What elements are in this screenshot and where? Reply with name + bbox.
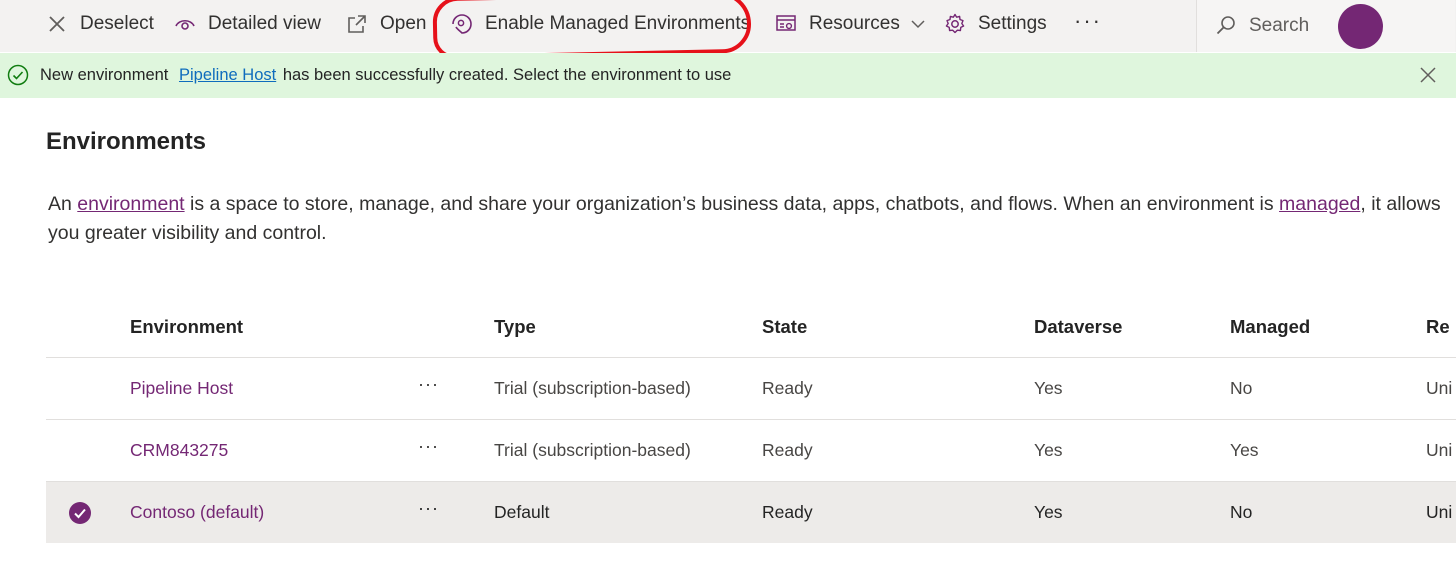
state-cell: Ready (762, 440, 813, 460)
column-header-dataverse[interactable]: Dataverse (1034, 296, 1224, 357)
more-commands-button[interactable]: ··· (1074, 8, 1102, 34)
environment-name-link[interactable]: CRM843275 (130, 440, 228, 460)
resources-icon (776, 15, 796, 31)
column-header-region[interactable]: Re (1426, 296, 1456, 357)
enable-managed-environments-button[interactable]: Enable Managed Environments (451, 10, 750, 38)
page-title: Environments (46, 128, 207, 155)
open-external-icon (348, 15, 366, 33)
search-input[interactable] (1247, 12, 1351, 40)
notification-text-before: New environment (40, 66, 169, 84)
environment-cell: CRM843275 (130, 420, 410, 481)
table-row[interactable]: CRM843275 ··· Trial (subscription-based)… (46, 420, 1456, 482)
success-notification: New environment Pipeline Host has been s… (0, 53, 1456, 98)
detailed-view-button[interactable]: Detailed view (174, 10, 321, 38)
environment-cell: Pipeline Host (130, 358, 410, 419)
region-cell: Uni (1426, 440, 1453, 460)
column-header-state[interactable]: State (762, 296, 1022, 357)
type-cell: Trial (subscription-based) (494, 440, 691, 460)
search-box[interactable] (1196, 0, 1455, 52)
dataverse-cell: Yes (1034, 502, 1063, 522)
managed-cell: No (1230, 378, 1253, 398)
row-more-button[interactable]: ··· (418, 482, 448, 543)
row-more-button[interactable]: ··· (418, 420, 448, 481)
command-bar: Deselect Detailed view Open Enable Manag… (0, 0, 1456, 52)
search-icon (1216, 16, 1235, 35)
column-header-type[interactable]: Type (494, 296, 754, 357)
notification-message: New environment Pipeline Host has been s… (40, 66, 731, 85)
row-more-button[interactable]: ··· (418, 358, 448, 419)
chevron-down-icon (911, 20, 925, 29)
column-header-managed[interactable]: Managed (1230, 296, 1420, 357)
notification-environment-link[interactable]: Pipeline Host (179, 66, 276, 84)
table-row-selected[interactable]: Contoso (default) ··· Default Ready Yes … (46, 482, 1456, 543)
column-header-environment[interactable]: Environment (130, 296, 410, 357)
checkmark-circle-icon (7, 64, 29, 86)
settings-label: Settings (978, 13, 1047, 34)
gear-icon (945, 13, 965, 34)
settings-button[interactable]: Settings (944, 10, 1047, 38)
managed-cell: Yes (1230, 440, 1259, 460)
environment-cell: Contoso (default) (130, 482, 410, 543)
type-cell: Trial (subscription-based) (494, 378, 691, 398)
table-row[interactable]: Pipeline Host ··· Trial (subscription-ba… (46, 358, 1456, 420)
dataverse-cell: Yes (1034, 440, 1063, 460)
region-cell: Uni (1426, 502, 1453, 522)
managed-link[interactable]: managed (1279, 193, 1360, 215)
dataverse-cell: Yes (1034, 378, 1063, 398)
desc-text-1: An (48, 193, 72, 215)
state-cell: Ready (762, 378, 813, 398)
selected-checkmark-icon[interactable] (68, 501, 92, 525)
close-icon[interactable] (1418, 65, 1438, 85)
resources-button[interactable]: Resources (775, 10, 926, 38)
managed-cell: No (1230, 502, 1253, 522)
environment-link[interactable]: environment (77, 193, 184, 215)
enable-managed-environments-label: Enable Managed Environments (485, 13, 751, 34)
deselect-label: Deselect (80, 13, 154, 34)
close-icon (49, 16, 65, 32)
type-cell: Default (494, 502, 550, 522)
resources-label: Resources (809, 13, 900, 34)
deselect-button[interactable]: Deselect (46, 10, 154, 38)
open-label: Open (380, 13, 427, 34)
page-description: An environment is a space to store, mana… (48, 190, 1448, 248)
table-header-row: Environment Type State Dataverse Managed… (46, 296, 1456, 358)
desc-text-2: is a space to store, manage, and share y… (190, 193, 1274, 215)
environment-name-link[interactable]: Pipeline Host (130, 378, 233, 398)
open-button[interactable]: Open (346, 10, 426, 38)
managed-environment-icon (452, 14, 472, 34)
avatar[interactable] (1338, 4, 1383, 49)
notification-text-after: has been successfully created. Select th… (282, 66, 732, 84)
state-cell: Ready (762, 502, 813, 522)
detailed-view-label: Detailed view (208, 13, 321, 34)
region-cell: Uni (1426, 378, 1453, 398)
environments-table: Environment Type State Dataverse Managed… (46, 296, 1456, 543)
environment-name-link[interactable]: Contoso (default) (130, 502, 264, 522)
eye-icon (175, 19, 195, 30)
